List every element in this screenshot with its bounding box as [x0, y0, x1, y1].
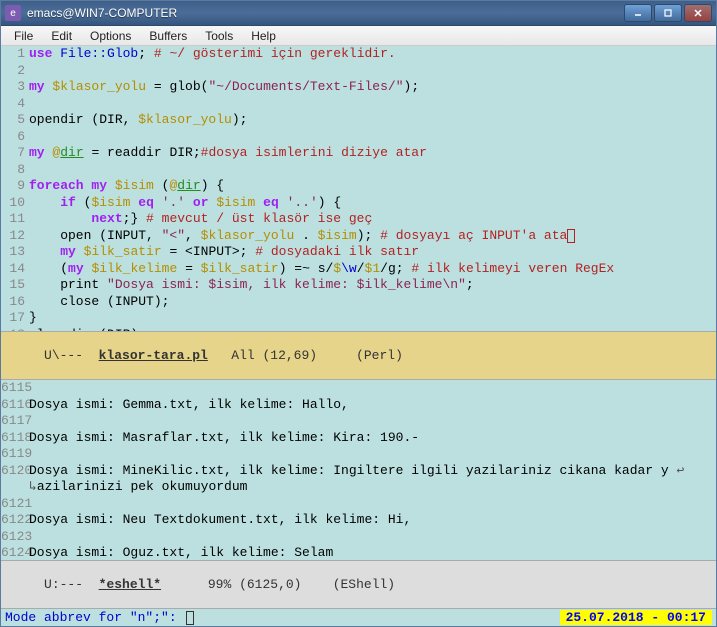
- minibuffer[interactable]: Mode abbrev for "n";": 25.07.2018 - 00:1…: [1, 608, 716, 626]
- buffer-name[interactable]: *eshell*: [99, 577, 161, 592]
- buffer-name[interactable]: klasor-tara.pl: [99, 348, 208, 363]
- code-line[interactable]: [29, 96, 716, 113]
- modeline-suffix: 99% (6125,0) (EShell): [161, 577, 395, 592]
- code-line[interactable]: close (INPUT);: [29, 294, 716, 311]
- wrap-continuation-icon: ↳: [29, 479, 37, 494]
- menu-file[interactable]: File: [5, 27, 42, 45]
- emacs-app-icon: e: [5, 5, 21, 21]
- code-line[interactable]: closedir (DIR);: [29, 327, 716, 332]
- output-line[interactable]: Dosya ismi: MineKilic.txt, ilk kelime: I…: [29, 463, 716, 480]
- output-content[interactable]: Dosya ismi: Gemma.txt, ilk kelime: Hallo…: [29, 380, 716, 560]
- code-content[interactable]: use File::Glob; # ~/ gösterimi için gere…: [29, 46, 716, 331]
- code-line[interactable]: opendir (DIR, $klasor_yolu);: [29, 112, 716, 129]
- titlebar[interactable]: e emacs@WIN7-COMPUTER: [1, 1, 716, 26]
- menu-edit[interactable]: Edit: [42, 27, 81, 45]
- code-line[interactable]: }: [29, 310, 716, 327]
- modeline-prefix: U\---: [36, 348, 98, 363]
- output-line[interactable]: [29, 380, 716, 397]
- close-button[interactable]: [684, 4, 712, 22]
- modeline-perl[interactable]: U\--- klasor-tara.pl All (12,69) (Perl): [1, 331, 716, 380]
- emacs-window: e emacs@WIN7-COMPUTER FileEditOptionsBuf…: [0, 0, 717, 627]
- output-line[interactable]: ↳azilarinizi pek okumuyordum: [29, 479, 716, 496]
- code-line[interactable]: print "Dosya ismi: $isim, ilk kelime: $i…: [29, 277, 716, 294]
- output-gutter: 6115611661176118611961206121612261236124…: [1, 380, 29, 560]
- maximize-button[interactable]: [654, 4, 682, 22]
- menu-buffers[interactable]: Buffers: [140, 27, 196, 45]
- code-editor-pane[interactable]: 123456789101112131415161718 use File::Gl…: [1, 46, 716, 331]
- code-line[interactable]: next;} # mevcut / üst klasör ise geç: [29, 211, 716, 228]
- code-line[interactable]: use File::Glob; # ~/ gösterimi için gere…: [29, 46, 716, 63]
- modeline-prefix: U:---: [36, 577, 98, 592]
- modeline-suffix: All (12,69) (Perl): [208, 348, 403, 363]
- code-line[interactable]: [29, 63, 716, 80]
- output-line[interactable]: Dosya ismi: Gemma.txt, ilk kelime: Hallo…: [29, 397, 716, 414]
- code-line[interactable]: [29, 129, 716, 146]
- clock: 25.07.2018 - 00:17: [560, 610, 712, 625]
- code-line[interactable]: foreach my $isim (@dir) {: [29, 178, 716, 195]
- output-line[interactable]: [29, 496, 716, 513]
- code-line[interactable]: (my $ilk_kelime = $ilk_satir) =~ s/$\w/$…: [29, 261, 716, 278]
- modeline-eshell[interactable]: U:--- *eshell* 99% (6125,0) (EShell): [1, 560, 716, 608]
- code-line[interactable]: open (INPUT, "<", $klasor_yolu . $isim);…: [29, 228, 716, 245]
- code-line[interactable]: my $ilk_satir = <INPUT>; # dosyadaki ilk…: [29, 244, 716, 261]
- output-line[interactable]: Dosya ismi: Oguz.txt, ilk kelime: Selam: [29, 545, 716, 560]
- wrap-arrow-icon: ↩: [669, 463, 685, 478]
- code-line[interactable]: [29, 162, 716, 179]
- output-line[interactable]: Dosya ismi: Masraflar.txt, ilk kelime: K…: [29, 430, 716, 447]
- output-line[interactable]: [29, 413, 716, 430]
- menu-options[interactable]: Options: [81, 27, 140, 45]
- minimize-button[interactable]: [624, 4, 652, 22]
- code-line[interactable]: my $klasor_yolu = glob("~/Documents/Text…: [29, 79, 716, 96]
- output-line[interactable]: Dosya ismi: Neu Textdokument.txt, ilk ke…: [29, 512, 716, 529]
- output-line[interactable]: [29, 529, 716, 546]
- window-controls: [624, 4, 712, 22]
- output-line[interactable]: [29, 446, 716, 463]
- text-cursor: [567, 229, 575, 243]
- eshell-output-pane[interactable]: 6115611661176118611961206121612261236124…: [1, 380, 716, 560]
- minibuffer-prompt: Mode abbrev for "n";":: [5, 610, 184, 625]
- code-line[interactable]: if ($isim eq '.' or $isim eq '..') {: [29, 195, 716, 212]
- menu-tools[interactable]: Tools: [196, 27, 242, 45]
- menubar: FileEditOptionsBuffersToolsHelp: [1, 26, 716, 46]
- code-line[interactable]: my @dir = readdir DIR;#dosya isimlerini …: [29, 145, 716, 162]
- minibuffer-cursor: [186, 611, 194, 625]
- line-number-gutter: 123456789101112131415161718: [1, 46, 29, 331]
- window-title: emacs@WIN7-COMPUTER: [27, 6, 624, 20]
- menu-help[interactable]: Help: [242, 27, 285, 45]
